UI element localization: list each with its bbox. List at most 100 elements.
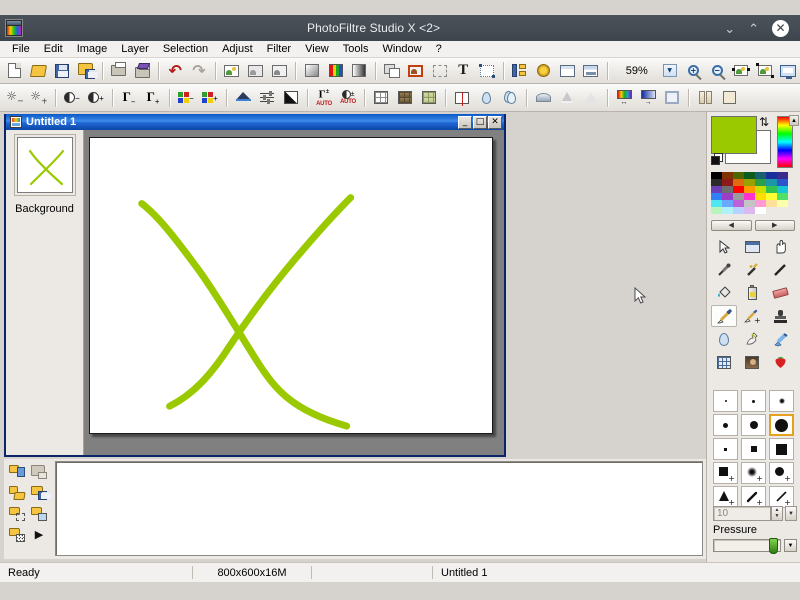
module-button[interactable]	[580, 60, 602, 82]
palette-swatch[interactable]	[755, 193, 766, 200]
preview-button[interactable]	[556, 60, 578, 82]
tool-brush-wide[interactable]	[767, 328, 793, 350]
palette-swatch[interactable]	[722, 179, 733, 186]
brush-soft-plus[interactable]: +	[741, 462, 766, 484]
palette-swatch[interactable]	[711, 207, 722, 214]
new-file-button[interactable]	[4, 60, 26, 82]
menu-item-image[interactable]: Image	[70, 42, 115, 56]
actual-size-button[interactable]	[754, 60, 776, 82]
palette-swatch[interactable]	[744, 200, 755, 207]
gamma-up-button[interactable]: Γ+	[142, 87, 164, 109]
tool-clone-brush[interactable]: +	[739, 305, 765, 327]
palette-swatch[interactable]	[755, 207, 766, 214]
page-setup-button[interactable]	[694, 87, 716, 109]
auto-contrast-button[interactable]: ± AUTO	[337, 87, 359, 109]
layer-manager-button[interactable]	[509, 60, 531, 82]
brush-size-stepper[interactable]: ▲ ▼	[771, 506, 783, 521]
menu-item-edit[interactable]: Edit	[37, 42, 70, 56]
tool-spray-can[interactable]	[739, 282, 765, 304]
palette-swatch[interactable]	[755, 179, 766, 186]
menu-item-view[interactable]: View	[298, 42, 336, 56]
maximize-icon[interactable]: ⌃	[748, 22, 759, 35]
brush-dot-soft[interactable]	[769, 390, 794, 412]
palette-swatch[interactable]	[755, 172, 766, 179]
palette-swatch[interactable]	[722, 207, 733, 214]
fit-screen-button[interactable]	[730, 60, 752, 82]
tool-select-arrow[interactable]	[711, 236, 737, 258]
palette-swatch[interactable]	[766, 179, 777, 186]
layer-thumbnail[interactable]	[17, 137, 73, 193]
menu-item-selection[interactable]: Selection	[156, 42, 215, 56]
color-palette-grid[interactable]	[711, 172, 795, 214]
tool-pattern[interactable]	[711, 351, 737, 373]
menu-item-window[interactable]: Window	[375, 42, 428, 56]
manager-folder-save-button[interactable]	[29, 483, 49, 502]
pressure-slider-thumb[interactable]	[769, 538, 778, 554]
curves-button[interactable]	[280, 87, 302, 109]
manager-open-button[interactable]	[7, 462, 27, 481]
palette-swatch[interactable]	[777, 200, 788, 207]
tool-strawberry[interactable]	[767, 351, 793, 373]
levels-button[interactable]	[256, 87, 278, 109]
palette-swatch[interactable]	[733, 172, 744, 179]
relief-button[interactable]	[556, 87, 578, 109]
brush-triangle-plus[interactable]: +	[713, 486, 738, 508]
auto-gamma-button[interactable]: Γ± AUTO	[313, 87, 335, 109]
frame-button[interactable]	[661, 87, 683, 109]
emboss-button[interactable]	[532, 87, 554, 109]
palette-swatch[interactable]	[711, 172, 722, 179]
palette-swatch[interactable]	[711, 186, 722, 193]
manager-folder-pattern-button[interactable]	[7, 525, 27, 544]
print-button[interactable]	[108, 60, 130, 82]
manager-thumbnail-button[interactable]	[29, 462, 49, 481]
palette-prev-button[interactable]: ◀	[711, 220, 752, 231]
palette-swatch[interactable]	[722, 193, 733, 200]
palette-swatch[interactable]	[711, 200, 722, 207]
brightness-up-button[interactable]: ☼+	[28, 87, 50, 109]
tool-smudge[interactable]	[739, 328, 765, 350]
tool-eyedropper[interactable]	[711, 259, 737, 281]
image-thumbnail-button[interactable]	[221, 60, 243, 82]
sharpen-button[interactable]	[499, 87, 521, 109]
default-colors-icon[interactable]	[711, 153, 724, 166]
tool-paintbrush[interactable]	[711, 305, 737, 327]
outline-button[interactable]	[580, 87, 602, 109]
palette-swatch[interactable]	[711, 193, 722, 200]
brush-square-plus[interactable]: +	[713, 462, 738, 484]
palette-swatch[interactable]	[733, 186, 744, 193]
brush-line-plus[interactable]: +	[769, 486, 794, 508]
noise-button[interactable]	[418, 87, 440, 109]
palette-swatch[interactable]	[733, 179, 744, 186]
foreground-color-swatch[interactable]	[711, 116, 757, 154]
brush-circle-large[interactable]	[769, 414, 794, 436]
palette-swatch[interactable]	[755, 200, 766, 207]
image-batch-button[interactable]	[245, 60, 267, 82]
document-restore-button[interactable]: □	[473, 116, 487, 129]
palette-swatch[interactable]	[766, 193, 777, 200]
manager-play-button[interactable]: ▶	[29, 525, 49, 544]
contrast-up-button[interactable]: +	[85, 87, 107, 109]
palette-swatch[interactable]	[733, 200, 744, 207]
blur-button[interactable]	[475, 87, 497, 109]
manager-folder-select-button[interactable]	[7, 504, 27, 523]
swap-colors-icon[interactable]: ⇅	[759, 116, 769, 128]
grayscale-button[interactable]	[301, 60, 323, 82]
palette-swatch[interactable]	[777, 179, 788, 186]
manager-folder-transparent-button[interactable]	[29, 504, 49, 523]
dock-scroll-up-button[interactable]: ▲	[789, 115, 799, 126]
tool-blur-drop[interactable]	[711, 328, 737, 350]
menu-item-help[interactable]: ?	[429, 42, 449, 56]
histogram-button[interactable]	[232, 87, 254, 109]
palette-swatch[interactable]	[722, 186, 733, 193]
menu-item-file[interactable]: File	[5, 42, 37, 56]
effects-button[interactable]	[533, 60, 555, 82]
palette-swatch[interactable]	[777, 172, 788, 179]
palette-swatch[interactable]	[744, 179, 755, 186]
paste-image-button[interactable]	[405, 60, 427, 82]
palette-swatch[interactable]	[777, 186, 788, 193]
zoom-out-button[interactable]: −	[706, 60, 728, 82]
undo-button[interactable]: ↶	[164, 60, 186, 82]
palette-swatch[interactable]	[744, 186, 755, 193]
menu-item-filter[interactable]: Filter	[260, 42, 298, 56]
transparency-button[interactable]	[348, 60, 370, 82]
